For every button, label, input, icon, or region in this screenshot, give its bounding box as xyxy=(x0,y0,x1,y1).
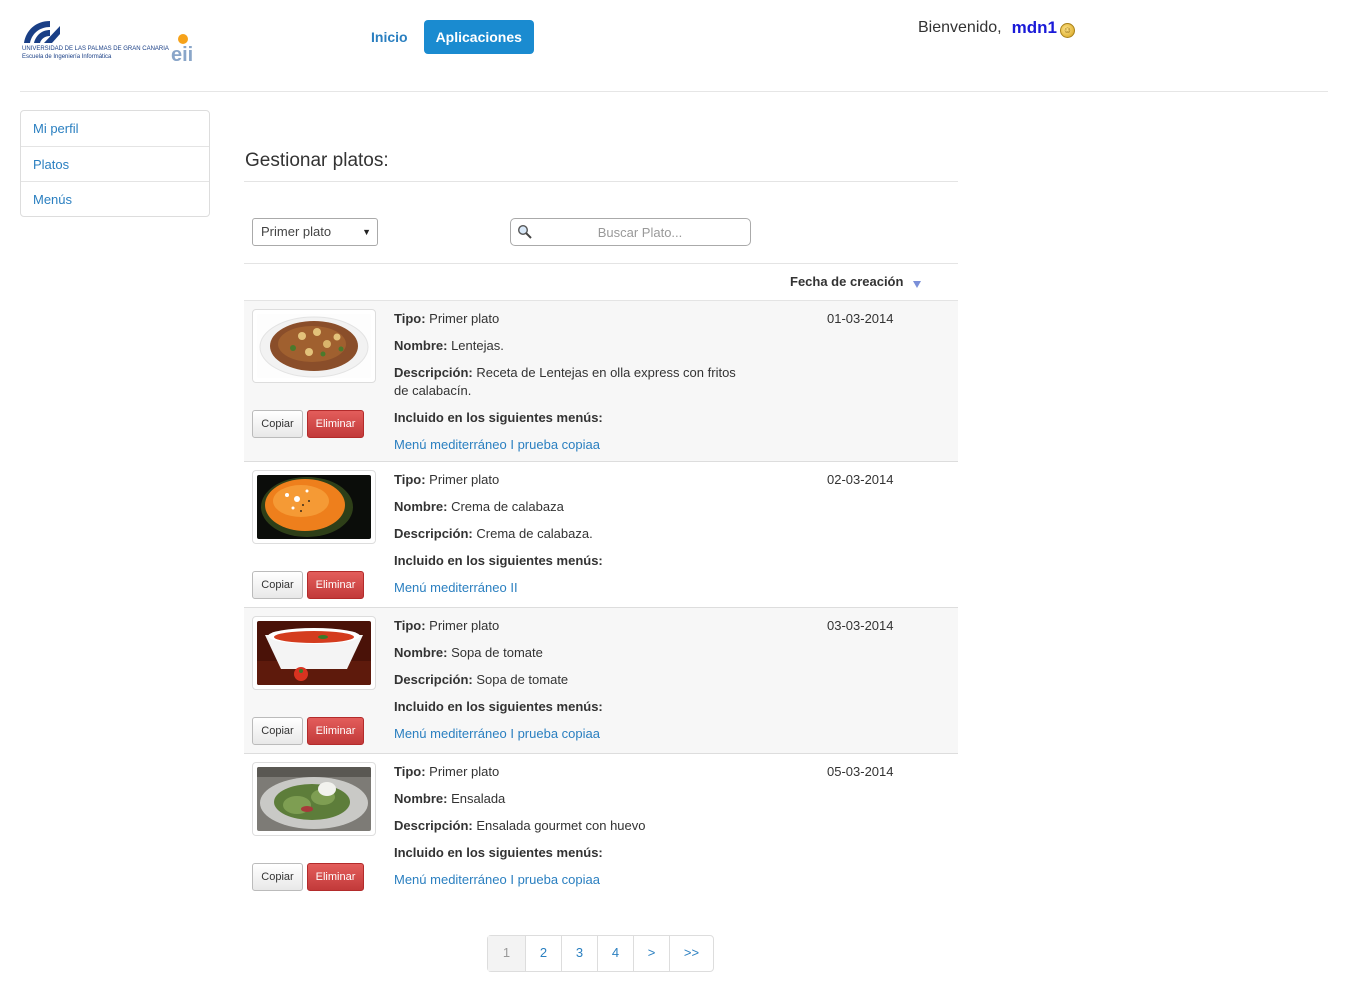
label-description: Descripción: xyxy=(394,365,473,380)
dish-date: 03-03-2014 xyxy=(827,618,894,633)
page-4-button[interactable]: 4 xyxy=(597,936,633,971)
dish-date: 02-03-2014 xyxy=(827,472,894,487)
label-type: Tipo: xyxy=(394,311,426,326)
copy-button[interactable]: Copiar xyxy=(252,410,303,438)
header-divider xyxy=(20,91,1328,92)
dish-name: Crema de calabaza xyxy=(451,499,564,514)
table-row: Copiar Eliminar Tipo: Primer plato Nombr… xyxy=(244,301,958,462)
dropdown-arrow-icon: ▼ xyxy=(362,227,371,237)
delete-button[interactable]: Eliminar xyxy=(307,717,364,745)
page-1-button[interactable]: 1 xyxy=(488,936,525,971)
dish-description: Crema de calabaza. xyxy=(476,526,593,541)
search-input[interactable] xyxy=(535,222,745,242)
label-menus: Incluido en los siguientes menús: xyxy=(394,699,603,714)
table-row: Copiar Eliminar Tipo: Primer plato Nombr… xyxy=(244,754,958,900)
sidebar-item-profile[interactable]: Mi perfil xyxy=(21,111,209,146)
pagination: 1 2 3 4 > >> xyxy=(487,935,714,972)
delete-button[interactable]: Eliminar xyxy=(307,410,364,438)
dish-thumbnail[interactable] xyxy=(252,616,376,690)
dish-description: Ensalada gourmet con huevo xyxy=(476,818,646,833)
logo-university-text: UNIVERSIDAD DE LAS PALMAS DE GRAN CANARI… xyxy=(22,46,169,52)
sort-desc-icon[interactable] xyxy=(913,281,921,288)
nav-apps-button[interactable]: Aplicaciones xyxy=(423,20,534,54)
welcome-text: Bienvenido, xyxy=(918,19,1002,36)
column-header-date[interactable]: Fecha de creación xyxy=(790,274,903,289)
dish-menus-link[interactable]: Menú mediterráneo I prueba copiaa xyxy=(394,872,600,887)
label-menus: Incluido en los siguientes menús: xyxy=(394,845,603,860)
dish-type: Primer plato xyxy=(429,311,500,326)
dish-info: Tipo: Primer plato Nombre: Sopa de tomat… xyxy=(394,617,744,752)
delete-button[interactable]: Eliminar xyxy=(307,571,364,599)
nav-home-link[interactable]: Inicio xyxy=(359,20,420,54)
label-name: Nombre: xyxy=(394,791,448,806)
dish-type-select[interactable]: Primer plato ▼ xyxy=(252,218,378,246)
sidebar-item-dishes[interactable]: Platos xyxy=(21,146,209,181)
salad-photo-icon xyxy=(257,767,371,831)
university-logo[interactable]: eii UNIVERSIDAD DE LAS PALMAS DE GRAN CA… xyxy=(20,16,210,66)
dish-name: Lentejas. xyxy=(451,338,504,353)
label-name: Nombre: xyxy=(394,338,448,353)
sidebar: Mi perfil Platos Menús xyxy=(20,110,210,217)
filter-bar: Primer plato ▼ xyxy=(244,182,958,264)
dish-name: Ensalada xyxy=(451,791,506,806)
svg-text:eii: eii xyxy=(171,44,193,66)
delete-button[interactable]: Eliminar xyxy=(307,863,364,891)
search-icon xyxy=(517,224,532,239)
last-page-button[interactable]: >> xyxy=(669,936,713,971)
dish-type-selected: Primer plato xyxy=(261,224,332,239)
label-name: Nombre: xyxy=(394,645,448,660)
label-name: Nombre: xyxy=(394,499,448,514)
page-3-button[interactable]: 3 xyxy=(561,936,597,971)
dish-menus-link[interactable]: Menú mediterráneo I prueba copiaa xyxy=(394,726,600,741)
main-nav: Inicio Aplicaciones xyxy=(359,20,534,54)
dish-date: 01-03-2014 xyxy=(827,311,894,326)
header: eii UNIVERSIDAD DE LAS PALMAS DE GRAN CA… xyxy=(0,0,1349,92)
copy-button[interactable]: Copiar xyxy=(252,571,303,599)
logo-school-text: Escuela de Ingeniería Informática xyxy=(22,54,112,60)
dish-description: Sopa de tomate xyxy=(476,672,569,687)
label-description: Descripción: xyxy=(394,526,473,541)
tomato-soup-photo-icon xyxy=(257,621,371,685)
lentils-photo-icon xyxy=(257,314,371,378)
dish-info: Tipo: Primer plato Nombre: Ensalada Desc… xyxy=(394,763,744,898)
dish-type: Primer plato xyxy=(429,618,500,633)
next-page-button[interactable]: > xyxy=(633,936,669,971)
label-type: Tipo: xyxy=(394,764,426,779)
dish-date: 05-03-2014 xyxy=(827,764,894,779)
label-description: Descripción: xyxy=(394,672,473,687)
dish-info: Tipo: Primer plato Nombre: Lentejas. Des… xyxy=(394,310,744,463)
dish-thumbnail[interactable] xyxy=(252,762,376,836)
page-title: Gestionar platos: xyxy=(244,150,958,182)
label-menus: Incluido en los siguientes menús: xyxy=(394,410,603,425)
dish-type: Primer plato xyxy=(429,472,500,487)
dish-name: Sopa de tomate xyxy=(451,645,543,660)
username-link[interactable]: mdn1 xyxy=(1012,18,1057,38)
search-box xyxy=(510,218,751,246)
pumpkin-cream-photo-icon xyxy=(257,475,371,539)
label-description: Descripción: xyxy=(394,818,473,833)
table-row: Copiar Eliminar Tipo: Primer plato Nombr… xyxy=(244,608,958,754)
dish-info: Tipo: Primer plato Nombre: Crema de cala… xyxy=(394,471,744,606)
copy-button[interactable]: Copiar xyxy=(252,863,303,891)
sidebar-item-menus[interactable]: Menús xyxy=(21,181,209,216)
dish-thumbnail[interactable] xyxy=(252,470,376,544)
table-row: Copiar Eliminar Tipo: Primer plato Nombr… xyxy=(244,462,958,608)
dish-menus-link[interactable]: Menú mediterráneo II xyxy=(394,580,518,595)
dish-menus-link[interactable]: Menú mediterráneo I prueba copiaa xyxy=(394,437,600,452)
label-type: Tipo: xyxy=(394,618,426,633)
user-badge-icon: ☺ xyxy=(1059,22,1075,38)
main-content: Gestionar platos: Primer plato ▼ Fecha d… xyxy=(244,150,958,900)
page-2-button[interactable]: 2 xyxy=(525,936,561,971)
copy-button[interactable]: Copiar xyxy=(252,717,303,745)
label-type: Tipo: xyxy=(394,472,426,487)
table-header: Fecha de creación xyxy=(244,264,958,301)
user-welcome: Bienvenido, mdn1 ☺ xyxy=(918,18,1075,38)
dish-thumbnail[interactable] xyxy=(252,309,376,383)
label-menus: Incluido en los siguientes menús: xyxy=(394,553,603,568)
dish-type: Primer plato xyxy=(429,764,500,779)
